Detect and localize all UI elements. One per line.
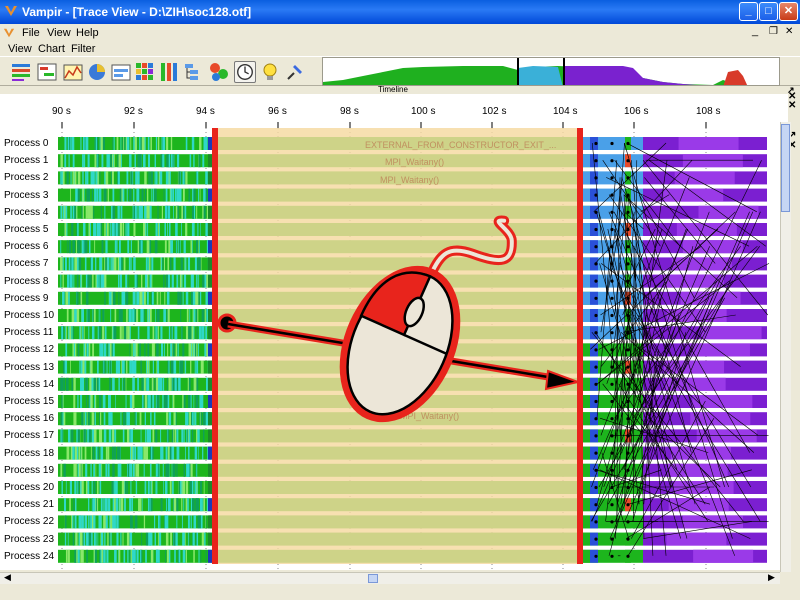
- process-label[interactable]: Process 24: [4, 551, 54, 562]
- window-title-bar: Vampir - [Trace View - D:\ZIH\soc128.otf…: [0, 0, 800, 24]
- menu-chart[interactable]: Chart: [38, 43, 65, 55]
- window-title: Vampir - [Trace View - D:\ZIH\soc128.otf…: [22, 5, 252, 19]
- menu-chart-view[interactable]: View: [8, 43, 32, 55]
- process-label[interactable]: Process 11: [4, 327, 53, 338]
- process-label[interactable]: Process 0: [4, 138, 48, 149]
- process-label[interactable]: Process 9: [4, 293, 48, 304]
- lightbulb-icon[interactable]: [259, 61, 281, 83]
- mdi-restore-button[interactable]: ❐: [769, 26, 778, 37]
- process-summary-icon[interactable]: [158, 61, 180, 83]
- process-label[interactable]: Process 23: [4, 534, 54, 545]
- scroll-left-icon[interactable]: ◀: [4, 572, 11, 583]
- process-label[interactable]: Process 17: [4, 430, 54, 441]
- vertical-scroll-thumb[interactable]: [781, 124, 790, 212]
- menu-file[interactable]: File: [22, 27, 40, 39]
- process-label[interactable]: Process 10: [4, 310, 54, 321]
- zoom-close-icon[interactable]: ✕: [788, 100, 796, 111]
- overview-activity-graph: [323, 58, 748, 85]
- mdi-close-button[interactable]: ✕: [785, 26, 793, 37]
- clock-icon[interactable]: [234, 61, 256, 83]
- process-label[interactable]: Process 20: [4, 482, 54, 493]
- process-label[interactable]: Process 22: [4, 516, 54, 527]
- scroll-right-icon[interactable]: ▶: [768, 572, 775, 583]
- vampir-logo-icon: [5, 6, 17, 16]
- function-summary-icon[interactable]: [86, 61, 108, 83]
- process-timeline-icon[interactable]: [36, 61, 58, 83]
- vampir-logo-icon: [3, 28, 15, 38]
- process-label[interactable]: Process 12: [4, 344, 54, 355]
- menu-filter[interactable]: Filter: [71, 43, 95, 55]
- process-label[interactable]: Process 14: [4, 379, 54, 390]
- process-label[interactable]: Process 4: [4, 207, 48, 218]
- menu-view[interactable]: View: [47, 27, 71, 39]
- timeline-chart[interactable]: EXTERNAL_FROM_CONSTRUCTOR_EXIT_... MPI_Wa…: [0, 91, 796, 570]
- maximize-button[interactable]: □: [759, 2, 778, 21]
- pin-icon[interactable]: [284, 61, 306, 83]
- process-label[interactable]: Process 1: [4, 155, 48, 166]
- process-label[interactable]: Process 13: [4, 362, 54, 373]
- process-label[interactable]: Process 6: [4, 241, 48, 252]
- close-button[interactable]: ✕: [779, 2, 798, 21]
- message-summary-icon[interactable]: [110, 61, 132, 83]
- process-label[interactable]: Process 7: [4, 258, 48, 269]
- minimize-button[interactable]: _: [739, 2, 758, 21]
- call-graph-icon[interactable]: [208, 61, 230, 83]
- counter-timeline-icon[interactable]: [62, 61, 84, 83]
- timeline-header: Timeline ↗: [0, 85, 800, 95]
- process-label[interactable]: Process 18: [4, 448, 54, 459]
- process-label[interactable]: Process 15: [4, 396, 54, 407]
- process-label[interactable]: Process 8: [4, 276, 48, 287]
- master-timeline-icon[interactable]: [10, 61, 32, 83]
- call-tree-icon[interactable]: [182, 61, 204, 83]
- process-label[interactable]: Process 21: [4, 499, 54, 510]
- timeline-title: Timeline: [378, 85, 408, 94]
- status-bar: [0, 584, 800, 600]
- communication-matrix-icon[interactable]: [134, 61, 156, 83]
- mdi-minimize-button[interactable]: _: [752, 25, 758, 37]
- process-label[interactable]: Process 5: [4, 224, 48, 235]
- vertical-scrollbar[interactable]: [780, 122, 791, 572]
- menu-help[interactable]: Help: [76, 27, 99, 39]
- timeline-overview[interactable]: [322, 57, 780, 86]
- process-label[interactable]: Process 2: [4, 172, 48, 183]
- process-label[interactable]: Process 3: [4, 190, 48, 201]
- process-label[interactable]: Process 19: [4, 465, 54, 476]
- horizontal-scroll-thumb[interactable]: [368, 574, 378, 583]
- process-label[interactable]: Process 16: [4, 413, 54, 424]
